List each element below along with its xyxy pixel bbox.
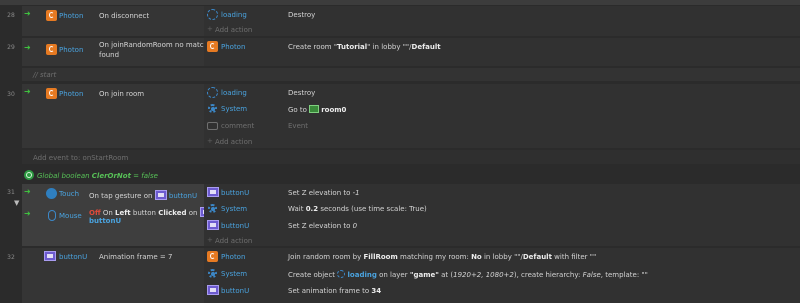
action-row[interactable]: buttonU Set animation frame to 34 <box>207 285 797 296</box>
event-sheet: 28 ➜ Photon On disconnect loading Destro… <box>0 0 800 303</box>
global-variable-text: Global boolean ClerOrNot = false <box>37 172 158 180</box>
action-row[interactable]: buttonU Set Z elevation to 0 <box>207 220 797 231</box>
photon-icon <box>46 88 57 99</box>
action-row[interactable]: System Go to room0 <box>207 103 797 114</box>
action-row[interactable]: Photon Join random room by FillRoom matc… <box>207 251 797 262</box>
add-action-label: Add action <box>215 237 253 245</box>
photon-icon <box>46 44 57 55</box>
condition-text: On tap gesture on buttonU <box>89 190 198 200</box>
touch-icon <box>46 188 57 199</box>
condition-row[interactable]: ➜ Touch On tap gesture on buttonU <box>24 187 202 205</box>
system-icon <box>207 203 218 214</box>
action-row[interactable]: buttonU Set Z elevation to -1 <box>207 187 797 198</box>
comment-text: // start <box>33 71 57 79</box>
event-number: 29 <box>7 44 15 51</box>
condition-object: Photon <box>59 12 84 20</box>
action-row[interactable]: loading Destroy <box>207 9 797 20</box>
condition-target: buttonU <box>89 217 122 225</box>
action-object: Photon <box>221 43 246 51</box>
comment-row[interactable]: // start <box>22 68 800 81</box>
action-row[interactable]: System Create object loading on layer "g… <box>207 268 797 279</box>
photon-icon <box>207 251 218 262</box>
add-event-row[interactable]: Add event to: onStartRoom <box>22 150 800 164</box>
action-object: System <box>221 205 248 213</box>
action-text: Set Z elevation to 0 <box>288 222 358 230</box>
green-arrow-icon: ➜ <box>24 9 31 18</box>
loading-icon <box>207 87 218 98</box>
event-number: 30 <box>7 91 15 98</box>
condition-text: On join room <box>99 90 145 98</box>
event-number: 31 <box>7 189 15 196</box>
green-arrow-icon: ➜ <box>24 187 31 196</box>
system-icon <box>207 103 218 114</box>
button-icon <box>207 285 219 295</box>
action-object: System <box>221 270 248 278</box>
action-object: buttonU <box>221 222 250 230</box>
green-arrow-icon: ➜ <box>24 209 31 218</box>
event-number: 28 <box>7 12 15 19</box>
action-object: buttonU <box>221 189 250 197</box>
condition-text: Animation frame = 7 <box>99 253 173 261</box>
add-event-label: Add event to: onStartRoom <box>33 154 129 162</box>
condition-object: Photon <box>59 90 84 98</box>
condition-text-line1: On joinRandomRoom no match <box>99 41 209 49</box>
loading-icon <box>207 9 218 20</box>
action-row[interactable]: Photon Create room "Tutorial" in lobby "… <box>207 41 797 52</box>
action-object: comment <box>221 122 255 130</box>
condition-text: Off On Left button Clicked on <box>89 207 212 217</box>
condition-object: buttonU <box>59 253 88 261</box>
condition-text-line2: found <box>99 51 120 59</box>
condition-object: Mouse <box>59 212 82 220</box>
action-text: Join random room by FillRoom matching my… <box>288 253 597 261</box>
button-icon <box>44 251 56 261</box>
condition-text: On disconnect <box>99 12 150 20</box>
button-icon <box>207 187 219 197</box>
add-action-label: Add action <box>215 138 253 146</box>
action-object: loading <box>221 89 247 97</box>
action-text: Set Z elevation to -1 <box>288 189 360 197</box>
condition-object: Photon <box>59 46 84 54</box>
button-icon <box>207 220 219 230</box>
action-text: Event <box>288 122 309 130</box>
button-icon <box>154 190 167 200</box>
global-variable-row[interactable]: Global boolean ClerOrNot = false <box>22 169 800 182</box>
green-arrow-icon: ➜ <box>24 43 31 52</box>
action-text: Go to room0 <box>288 105 347 114</box>
condition-row[interactable]: ➜ Mouse Off On Left button Clicked on bu… <box>24 206 212 230</box>
condition-object: Touch <box>59 190 80 198</box>
add-action-label: Add action <box>215 26 253 34</box>
action-text: Destroy <box>288 11 316 19</box>
system-icon <box>207 268 218 279</box>
action-object: loading <box>221 11 247 19</box>
loading-icon <box>337 270 346 278</box>
comment-icon <box>207 122 218 130</box>
action-row[interactable]: comment Event <box>207 120 797 131</box>
action-text: Destroy <box>288 89 316 97</box>
globe-icon <box>24 170 34 180</box>
action-object: buttonU <box>221 287 250 295</box>
action-text: Set animation frame to 34 <box>288 287 382 295</box>
action-text: Create room "Tutorial" in lobby ""/Defau… <box>288 43 441 51</box>
layout-icon <box>309 105 320 113</box>
event-number: 32 <box>7 254 15 261</box>
photon-icon <box>207 41 218 52</box>
action-object: System <box>221 105 248 113</box>
photon-icon <box>46 10 57 21</box>
action-object: Photon <box>221 253 246 261</box>
mouse-icon <box>48 210 56 221</box>
action-text: Create object loading on layer "game" at… <box>288 270 648 279</box>
action-text: Wait 0.2 seconds (use time scale: True) <box>288 205 427 213</box>
action-row[interactable]: System Wait 0.2 seconds (use time scale:… <box>207 203 797 214</box>
action-row[interactable]: loading Destroy <box>207 87 797 98</box>
top-strip <box>0 0 800 5</box>
green-arrow-icon: ➜ <box>24 87 31 96</box>
